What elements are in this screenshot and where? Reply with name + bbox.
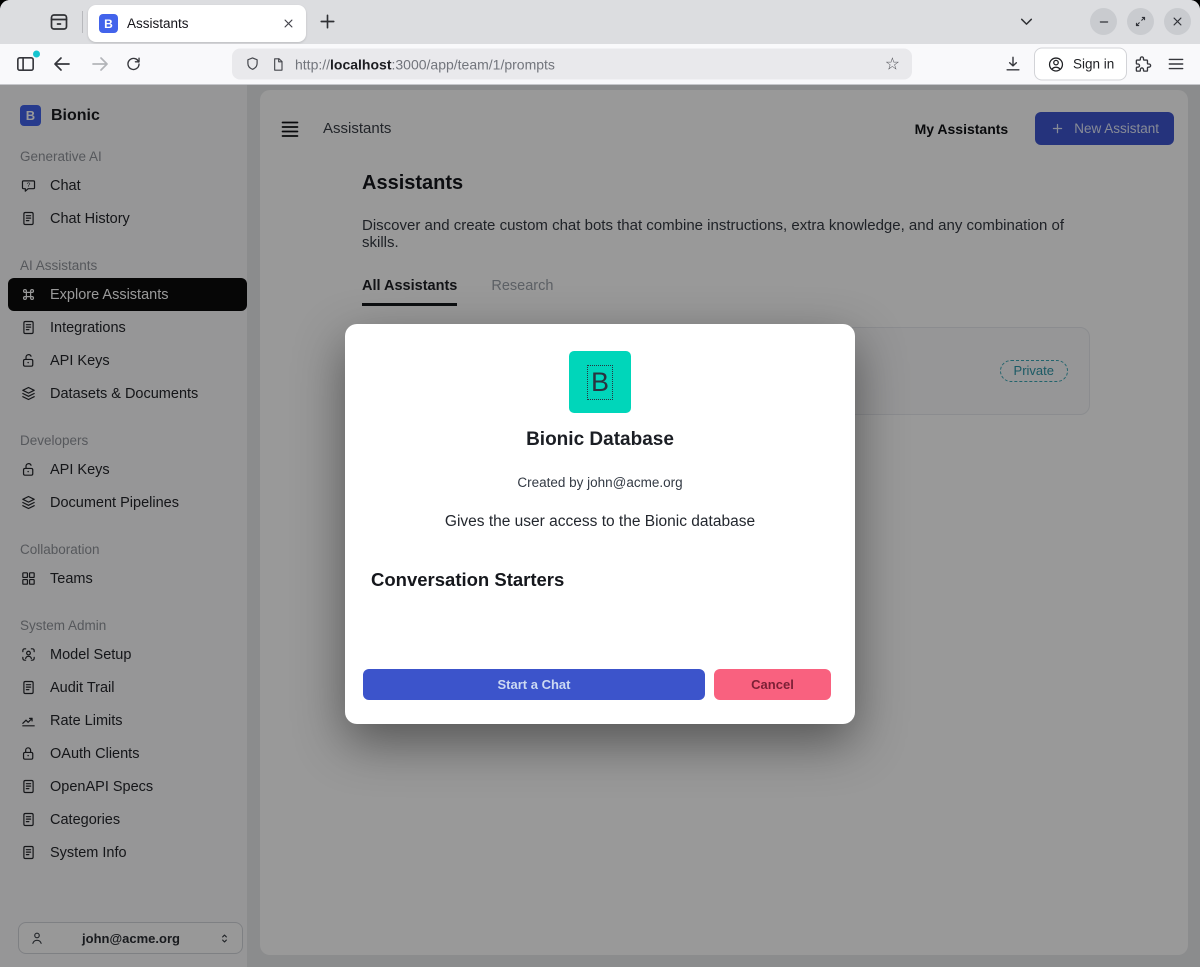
account-icon	[1047, 55, 1065, 73]
assistant-description: Gives the user access to the Bionic data…	[345, 513, 855, 531]
bookmark-star-icon[interactable]: ☆	[885, 54, 900, 74]
maximize-icon	[1133, 14, 1148, 29]
tab-favicon-letter: B	[104, 17, 113, 31]
url-host: localhost	[330, 56, 391, 72]
browser-window: B Assistants http://localhost:3000/app/t…	[0, 0, 1200, 967]
close-icon	[1170, 14, 1185, 29]
extensions-puzzle-icon[interactable]	[1134, 55, 1153, 74]
tab-favicon: B	[99, 14, 118, 33]
browser-tab[interactable]: B Assistants	[88, 5, 306, 42]
url-text: http://localhost:3000/app/team/1/prompts	[295, 56, 555, 72]
window-minimize-button[interactable]	[1090, 8, 1117, 35]
page-info-icon[interactable]	[270, 56, 286, 72]
sidebar-toggle-button[interactable]	[14, 53, 37, 76]
start-chat-button[interactable]: Start a Chat	[363, 669, 705, 700]
notification-dot	[33, 51, 40, 58]
assistant-avatar-letter: B	[591, 369, 609, 396]
window-maximize-button[interactable]	[1127, 8, 1154, 35]
conversation-starters-heading: Conversation Starters	[371, 569, 855, 591]
minimize-icon	[1096, 14, 1112, 30]
browser-toolbar: http://localhost:3000/app/team/1/prompts…	[0, 44, 1200, 85]
reload-icon[interactable]	[124, 55, 143, 74]
new-tab-icon[interactable]	[316, 10, 339, 33]
signin-button[interactable]: Sign in	[1034, 48, 1127, 81]
window-close-button[interactable]	[1164, 8, 1191, 35]
url-prefix: http://	[295, 56, 330, 72]
assistant-created-by: Created by john@acme.org	[345, 475, 855, 490]
cancel-button[interactable]: Cancel	[714, 669, 831, 700]
tab-list-chevron-icon[interactable]	[1016, 11, 1037, 32]
assistant-name: Bionic Database	[345, 429, 855, 451]
signin-label: Sign in	[1073, 57, 1114, 72]
back-icon[interactable]	[50, 52, 74, 76]
url-bar[interactable]: http://localhost:3000/app/team/1/prompts…	[232, 49, 912, 80]
forward-icon[interactable]	[88, 52, 112, 76]
tab-divider	[82, 11, 83, 33]
url-path: :3000/app/team/1/prompts	[392, 56, 555, 72]
download-icon[interactable]	[1003, 54, 1023, 74]
tab-close-icon[interactable]	[281, 16, 296, 31]
tab-title: Assistants	[127, 16, 281, 31]
tab-overview-icon[interactable]	[47, 10, 71, 34]
tab-strip: B Assistants	[0, 0, 1200, 44]
assistant-avatar: B	[569, 351, 631, 413]
app-menu-icon[interactable]	[1166, 54, 1186, 74]
shield-icon[interactable]	[244, 56, 261, 73]
assistant-detail-modal: B Bionic Database Created by john@acme.o…	[345, 324, 855, 724]
modal-actions: Start a Chat Cancel	[363, 669, 831, 700]
